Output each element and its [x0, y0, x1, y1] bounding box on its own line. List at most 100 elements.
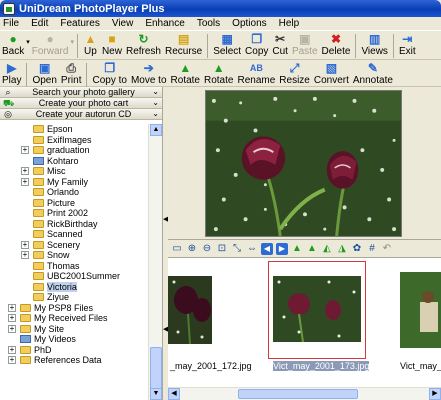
tree-item[interactable]: + Misc: [0, 166, 148, 177]
tree-item[interactable]: Kohtaro: [0, 156, 148, 167]
back-button[interactable]: ● Back: [0, 32, 26, 60]
views-button[interactable]: ▥ Views: [359, 32, 390, 60]
convert-button[interactable]: ▧ Convert: [312, 61, 351, 89]
tree-item[interactable]: Victoria: [0, 281, 148, 293]
tree-item[interactable]: + My PSP8 Files: [0, 303, 148, 314]
tree-item[interactable]: + graduation: [0, 145, 148, 156]
copy-button[interactable]: ❐ Copy: [243, 32, 270, 60]
preview-image[interactable]: [205, 90, 402, 237]
tree-item[interactable]: Ziyue: [0, 292, 148, 303]
rotate-left-button[interactable]: ▲ Rotate: [169, 61, 202, 89]
enhance-icon[interactable]: ✿: [351, 243, 363, 255]
tree-item[interactable]: ExifImages: [0, 135, 148, 146]
cut-button[interactable]: ✂ Cut: [270, 32, 290, 60]
forward-button[interactable]: ● Forward: [30, 32, 71, 60]
thumbnail-scrollbar[interactable]: ◀ ▶: [168, 387, 441, 400]
scroll-thumb[interactable]: [238, 389, 358, 399]
up-button[interactable]: ▲ Up: [81, 32, 100, 60]
expand-icon[interactable]: +: [8, 303, 16, 312]
expand-icon[interactable]: +: [21, 167, 29, 175]
thumbnail-caption[interactable]: Vict_may_2001_174: [400, 361, 441, 371]
fit-width-icon[interactable]: ⇔: [246, 243, 258, 255]
tree-item[interactable]: RickBirthday: [0, 219, 148, 230]
menu-view[interactable]: View: [112, 18, 134, 29]
actual-size-icon[interactable]: ⤡: [231, 243, 243, 255]
tree-item[interactable]: Thomas: [0, 261, 148, 272]
new-button[interactable]: ■ New: [100, 32, 124, 60]
tree-item[interactable]: + My Received Files: [0, 313, 148, 324]
thumbnail-image[interactable]: [398, 262, 441, 358]
expand-icon[interactable]: +: [8, 314, 16, 322]
tree-item[interactable]: Epson: [0, 124, 148, 135]
zoom-in-icon[interactable]: ⊕: [186, 243, 198, 255]
tree-item[interactable]: My Videos: [0, 334, 148, 345]
previous-image-icon[interactable]: ◀: [261, 242, 273, 255]
crop-icon[interactable]: #: [366, 243, 378, 255]
menu-options[interactable]: Options: [232, 18, 266, 29]
expand-icon[interactable]: +: [21, 251, 29, 259]
delete-button[interactable]: ✖ Delete: [320, 32, 353, 60]
open-button[interactable]: ▣ Open: [30, 61, 58, 89]
flip-horizontal-icon[interactable]: ◭: [321, 243, 333, 255]
thumbnail-image[interactable]: [168, 262, 264, 358]
tree-scrollbar[interactable]: ▲ ▼: [148, 124, 162, 400]
menu-file[interactable]: File: [3, 18, 19, 29]
thumbnail-image[interactable]: [269, 262, 365, 358]
resize-button[interactable]: ⤢ Resize: [277, 61, 312, 89]
expand-icon[interactable]: +: [8, 324, 16, 333]
play-button[interactable]: ▶ Play: [0, 61, 23, 89]
annotate-button[interactable]: ✎ Annotate: [351, 61, 395, 89]
zoom-out-icon[interactable]: ⊖: [201, 243, 213, 255]
cut-icon: ✂: [275, 32, 286, 46]
tree-item[interactable]: Picture: [0, 198, 148, 209]
undo-icon[interactable]: ↶: [381, 243, 393, 255]
next-image-icon[interactable]: ▶: [276, 242, 288, 255]
expand-icon[interactable]: +: [21, 177, 29, 186]
move-to-button[interactable]: ➔ Move to: [129, 61, 169, 89]
thumbnail-caption[interactable]: _may_2001_172.jpg: [170, 361, 252, 371]
expand-icon[interactable]: +: [8, 356, 16, 364]
tree-item[interactable]: Print 2002: [0, 208, 148, 219]
scroll-up-icon[interactable]: ▲: [150, 124, 162, 136]
expand-icon[interactable]: +: [21, 240, 29, 249]
exit-button[interactable]: ⇥ Exit: [397, 32, 418, 60]
tree-item[interactable]: + My Site: [0, 324, 148, 335]
tree-item[interactable]: UBC2001Summer: [0, 271, 148, 282]
flip-vertical-icon[interactable]: ◮: [336, 243, 348, 255]
tree-item[interactable]: Orlando: [0, 187, 148, 198]
forward-dropdown-icon[interactable]: ▾: [70, 38, 74, 46]
fit-window-icon[interactable]: ⊡: [216, 243, 228, 255]
rotate-right-button[interactable]: ▲ Rotate: [202, 61, 235, 89]
print-button[interactable]: ⎙ Print: [59, 61, 84, 89]
paste-button[interactable]: ▣ Paste: [290, 32, 320, 60]
tree-item[interactable]: + Scenery: [0, 240, 148, 251]
scroll-left-icon[interactable]: ◀: [168, 388, 180, 400]
select-button[interactable]: ▦ Select: [211, 32, 243, 60]
panel-search-gallery[interactable]: ⌕ Search your photo gallery ⌄: [0, 87, 162, 98]
scroll-right-icon[interactable]: ▶: [429, 388, 441, 400]
rotate-left-icon[interactable]: ▲: [291, 243, 303, 255]
refresh-button[interactable]: ↻ Refresh: [124, 32, 163, 60]
scroll-down-icon[interactable]: ▼: [150, 388, 162, 400]
copy-to-button[interactable]: ❐ Copy to: [90, 61, 128, 89]
tree-item[interactable]: + Snow: [0, 250, 148, 261]
menu-enhance[interactable]: Enhance: [145, 18, 184, 29]
expand-icon[interactable]: +: [8, 345, 16, 354]
tree-item[interactable]: Scanned: [0, 229, 148, 240]
menu-features[interactable]: Features: [60, 18, 99, 29]
fullscreen-icon[interactable]: ▭: [171, 243, 183, 255]
menu-help[interactable]: Help: [279, 18, 300, 29]
recurse-button[interactable]: ▤ Recurse: [163, 32, 204, 60]
rotate-right-icon[interactable]: ▲: [306, 243, 318, 255]
menu-tools[interactable]: Tools: [197, 18, 220, 29]
expand-icon[interactable]: +: [21, 146, 29, 154]
panel-photo-cart[interactable]: ⛟ Create your photo cart ⌄: [0, 98, 162, 109]
tree-item[interactable]: + My Family: [0, 177, 148, 188]
tree-item[interactable]: + PhD: [0, 345, 148, 356]
menu-edit[interactable]: Edit: [31, 18, 48, 29]
scroll-thumb[interactable]: [150, 347, 162, 389]
panel-autorun-cd[interactable]: ◎ Create your autorun CD ⌄: [0, 109, 162, 120]
tree-item[interactable]: + References Data: [0, 355, 148, 366]
thumbnail-caption[interactable]: Vict_may_2001_173.jpg: [273, 361, 370, 371]
rename-button[interactable]: AB Rename: [235, 61, 277, 89]
